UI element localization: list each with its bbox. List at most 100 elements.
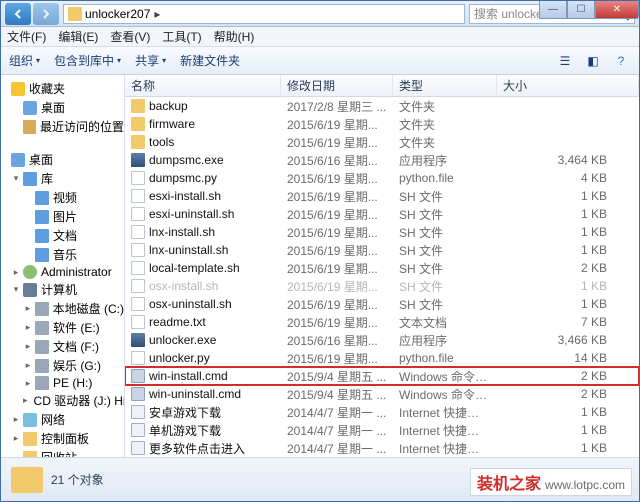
sidebar-item[interactable]: 回收站: [1, 448, 124, 457]
sidebar-item-label: 控制面板: [41, 430, 89, 447]
file-row[interactable]: 安卓游戏下载2014/4/7 星期一 ...Internet 快捷方式1 KB: [125, 403, 639, 421]
sidebar-item[interactable]: ▸软件 (E:): [1, 318, 124, 337]
expand-icon[interactable]: ▾: [11, 284, 21, 295]
chevron-right-icon[interactable]: ▸: [154, 7, 160, 21]
expand-icon[interactable]: ▸: [23, 360, 33, 371]
col-type[interactable]: 类型: [393, 75, 497, 96]
tool-organize[interactable]: 组织▾: [9, 52, 40, 69]
file-row[interactable]: firmware2015/6/19 星期...文件夹: [125, 115, 639, 133]
sidebar-item[interactable]: ▸本地磁盘 (C:): [1, 299, 124, 318]
breadcrumb-item[interactable]: unlocker207: [85, 7, 150, 21]
file-row[interactable]: tools2015/6/19 星期...文件夹: [125, 133, 639, 151]
close-button[interactable]: ✕: [595, 1, 639, 19]
menu-tools[interactable]: 工具(T): [162, 28, 201, 45]
address-bar[interactable]: unlocker207 ▸: [63, 4, 465, 24]
expand-icon[interactable]: ▸: [23, 303, 33, 314]
file-row[interactable]: lnx-install.sh2015/6/19 星期...SH 文件1 KB: [125, 223, 639, 241]
nav-forward-button[interactable]: [33, 3, 59, 25]
sidebar-item[interactable]: 文档: [1, 226, 124, 245]
drive-icon: [35, 340, 49, 354]
sidebar-item-label: Administrator: [41, 265, 112, 279]
col-size[interactable]: 大小: [497, 75, 639, 96]
col-name[interactable]: 名称: [125, 75, 281, 96]
file-list: backup2017/2/8 星期三 ...文件夹firmware2015/6/…: [125, 97, 639, 457]
file-date: 2015/6/16 星期...: [281, 332, 393, 349]
sidebar-item[interactable]: 音乐: [1, 245, 124, 264]
sidebar-section-desktop[interactable]: 桌面: [1, 150, 124, 169]
tool-newfolder[interactable]: 新建文件夹: [180, 52, 240, 69]
sidebar-item[interactable]: ▾库: [1, 169, 124, 188]
sidebar-item[interactable]: ▸PE (H:): [1, 375, 124, 391]
file-type: Internet 快捷方式: [393, 440, 497, 457]
expand-icon[interactable]: ▸: [23, 341, 33, 352]
file-name: readme.txt: [149, 315, 206, 329]
expand-icon[interactable]: ▸: [23, 395, 28, 406]
file-type: 应用程序: [393, 152, 497, 169]
file-row[interactable]: win-uninstall.cmd2015/9/4 星期五 ...Windows…: [125, 385, 639, 403]
file-row[interactable]: 单机游戏下载2014/4/7 星期一 ...Internet 快捷方式1 KB: [125, 421, 639, 439]
file-name: osx-uninstall.sh: [149, 297, 232, 311]
file-date: 2015/6/19 星期...: [281, 278, 393, 295]
expand-icon[interactable]: ▸: [11, 433, 21, 444]
sidebar-item[interactable]: ▸娱乐 (G:): [1, 356, 124, 375]
menu-view[interactable]: 查看(V): [110, 28, 150, 45]
file-row[interactable]: dumpsmc.exe2015/6/16 星期...应用程序3,464 KB: [125, 151, 639, 169]
menu-edit[interactable]: 编辑(E): [58, 28, 98, 45]
help-icon[interactable]: ?: [611, 51, 631, 71]
file-row[interactable]: lnx-uninstall.sh2015/6/19 星期...SH 文件1 KB: [125, 241, 639, 259]
file-date: 2015/6/19 星期...: [281, 314, 393, 331]
sidebar-section-favorites[interactable]: 收藏夹: [1, 79, 124, 98]
folder-icon: [131, 135, 145, 149]
drive-icon: [35, 321, 49, 335]
sidebar-item[interactable]: ▸网络: [1, 410, 124, 429]
file-row[interactable]: win-install.cmd2015/9/4 星期五 ...Windows 命…: [125, 367, 639, 385]
sidebar-item[interactable]: 桌面: [1, 98, 124, 117]
sidebar-item[interactable]: ▸ 控制面板: [1, 429, 124, 448]
sidebar-item[interactable]: ▾计算机: [1, 280, 124, 299]
menu-help[interactable]: 帮助(H): [214, 28, 255, 45]
menu-file[interactable]: 文件(F): [7, 28, 46, 45]
expand-icon[interactable]: ▸: [23, 322, 33, 333]
file-row[interactable]: esxi-uninstall.sh2015/6/19 星期...SH 文件1 K…: [125, 205, 639, 223]
file-row[interactable]: esxi-install.sh2015/6/19 星期...SH 文件1 KB: [125, 187, 639, 205]
file-row[interactable]: 更多软件点击进入2014/4/7 星期一 ...Internet 快捷方式1 K…: [125, 439, 639, 457]
file-type: Windows 命令脚本: [393, 368, 497, 385]
file-type: 应用程序: [393, 332, 497, 349]
maximize-button[interactable]: ☐: [567, 1, 595, 19]
file-size: 1 KB: [497, 405, 639, 419]
file-row[interactable]: osx-uninstall.sh2015/6/19 星期...SH 文件1 KB: [125, 295, 639, 313]
file-date: 2017/2/8 星期三 ...: [281, 98, 393, 115]
sidebar-item[interactable]: ▸文档 (F:): [1, 337, 124, 356]
file-row[interactable]: readme.txt2015/6/19 星期...文本文档7 KB: [125, 313, 639, 331]
file-size: 2 KB: [497, 261, 639, 275]
file-row[interactable]: dumpsmc.py2015/6/19 星期...python.file4 KB: [125, 169, 639, 187]
file-row[interactable]: backup2017/2/8 星期三 ...文件夹: [125, 97, 639, 115]
col-date[interactable]: 修改日期: [281, 75, 393, 96]
expand-icon[interactable]: ▸: [11, 414, 21, 425]
file-size: 2 KB: [497, 387, 639, 401]
tool-share[interactable]: 共享▾: [135, 52, 166, 69]
file-row[interactable]: unlocker.py2015/6/19 星期...python.file14 …: [125, 349, 639, 367]
preview-pane-button[interactable]: ◧: [583, 51, 603, 71]
file-type: 文件夹: [393, 134, 497, 151]
file-name: unlocker.exe: [149, 333, 216, 347]
file-row[interactable]: local-template.sh2015/6/19 星期...SH 文件2 K…: [125, 259, 639, 277]
file-type: 文件夹: [393, 116, 497, 133]
nav-back-button[interactable]: [5, 3, 31, 25]
tool-include[interactable]: 包含到库中▾: [54, 52, 121, 69]
expand-icon[interactable]: ▸: [11, 267, 21, 278]
sidebar-item[interactable]: 图片: [1, 207, 124, 226]
minimize-button[interactable]: —: [539, 1, 567, 19]
file-size: 14 KB: [497, 351, 639, 365]
file-row[interactable]: unlocker.exe2015/6/16 星期...应用程序3,466 KB: [125, 331, 639, 349]
folder-icon: [131, 117, 145, 131]
view-mode-button[interactable]: ☰: [555, 51, 575, 71]
drive-icon: [35, 359, 49, 373]
sidebar-item[interactable]: ▸CD 驱动器 (J:) Hi: [1, 391, 124, 410]
expand-icon[interactable]: ▾: [11, 173, 21, 184]
sidebar-item[interactable]: 视频: [1, 188, 124, 207]
sidebar-item[interactable]: ▸ Administrator: [1, 264, 124, 280]
sidebar-item[interactable]: 最近访问的位置: [1, 117, 124, 136]
expand-icon[interactable]: ▸: [23, 378, 33, 389]
file-row[interactable]: osx-install.sh2015/6/19 星期...SH 文件1 KB: [125, 277, 639, 295]
